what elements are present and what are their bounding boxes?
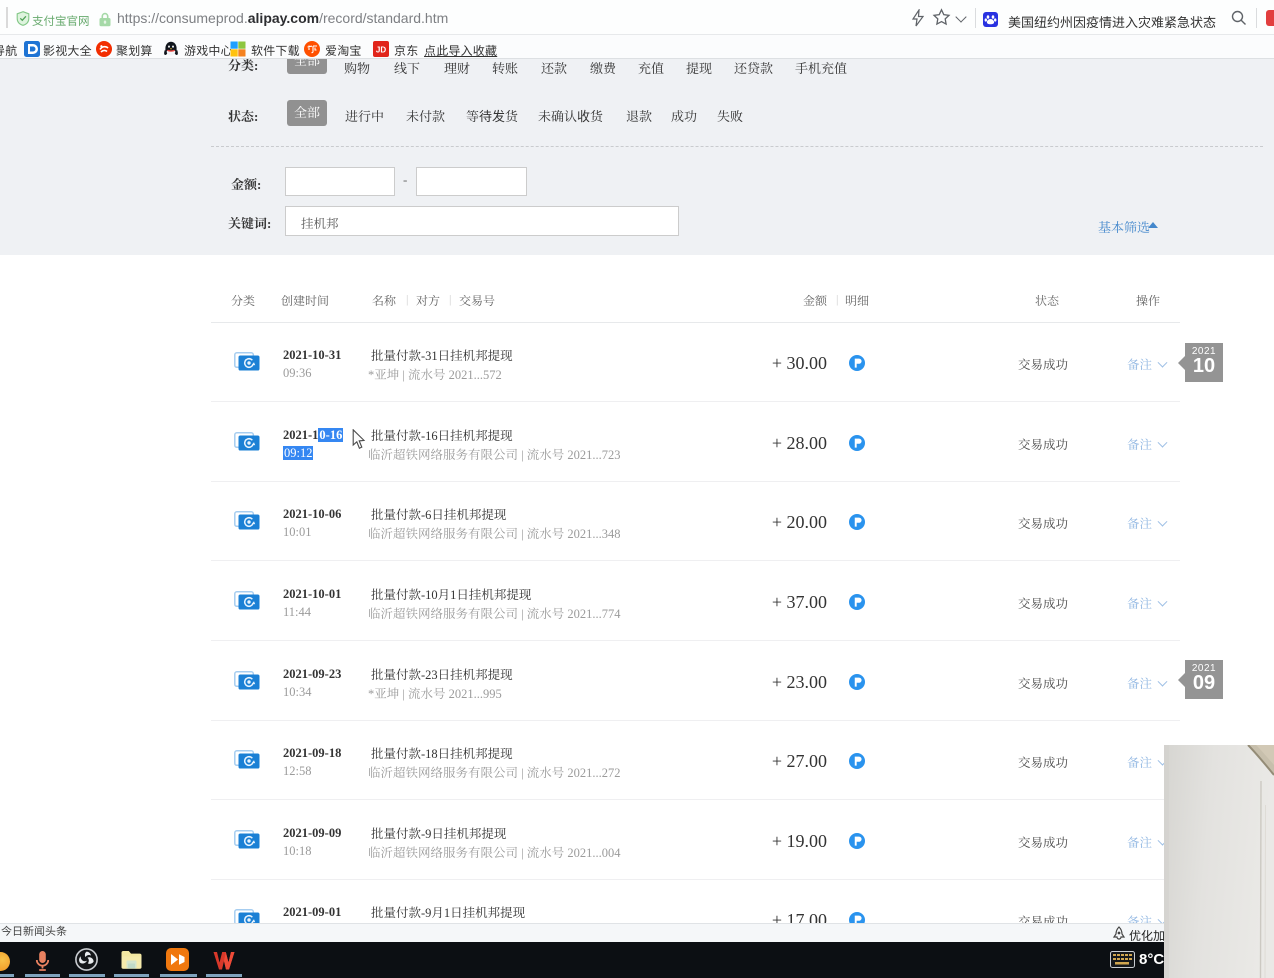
svg-text:JD: JD	[376, 46, 386, 55]
